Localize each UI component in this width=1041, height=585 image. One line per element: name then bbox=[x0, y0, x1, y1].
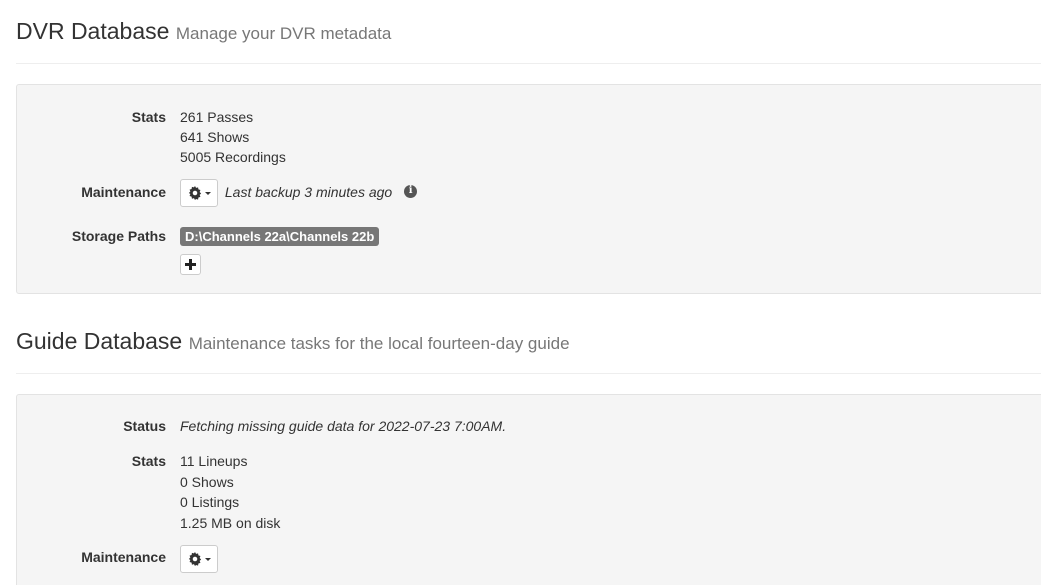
guide-database-header: Guide Database Maintenance tasks for the… bbox=[16, 328, 1041, 374]
gear-icon bbox=[188, 552, 201, 566]
dvr-maintenance-label: Maintenance bbox=[81, 184, 166, 200]
page: DVR Database Manage your DVR metadata St… bbox=[0, 0, 1041, 585]
dvr-database-title: DVR Database bbox=[16, 18, 170, 44]
guide-stat-shows: 0 Shows bbox=[180, 474, 234, 490]
dvr-stats-label: Stats bbox=[131, 109, 166, 125]
dvr-stat-recordings: 5005 Recordings bbox=[180, 149, 286, 165]
guide-maintenance-row: Maintenance bbox=[17, 545, 1041, 575]
guide-maintenance-label: Maintenance bbox=[81, 549, 166, 565]
dvr-maintenance-row: Maintenance Last backup 3 minutes ago i bbox=[17, 179, 1041, 210]
guide-stat-listings: 0 Listings bbox=[180, 494, 240, 510]
dvr-database-panel: Stats 261 Passes 641 Shows 5005 Recordin… bbox=[16, 84, 1041, 294]
dvr-storage-values: D:\Channels 22a\Channels 22b bbox=[180, 226, 380, 246]
info-circle-icon[interactable]: i bbox=[404, 184, 418, 198]
dvr-maintenance-dropdown-button[interactable] bbox=[180, 179, 218, 207]
guide-maintenance-controls bbox=[180, 545, 218, 573]
dvr-add-path-container bbox=[180, 254, 201, 275]
gear-icon bbox=[188, 186, 201, 200]
dvr-database-subtitle: Manage your DVR metadata bbox=[175, 24, 392, 43]
guide-stat-lineups: 11 Lineups bbox=[180, 453, 248, 469]
guide-stat-disk: 1.25 MB on disk bbox=[180, 515, 281, 531]
storage-path-badge[interactable]: D:\Channels 22a\Channels 22b bbox=[180, 227, 380, 246]
caret-down-icon bbox=[204, 191, 211, 195]
dvr-last-backup: Last backup 3 minutes ago bbox=[224, 183, 393, 200]
dvr-stat-passes: 261 Passes bbox=[180, 109, 254, 125]
guide-status-text: Fetching missing guide data for 2022-07-… bbox=[180, 418, 507, 434]
dvr-storage-label: Storage Paths bbox=[71, 228, 166, 244]
guide-database-subtitle: Maintenance tasks for the local fourteen… bbox=[188, 334, 570, 353]
guide-maintenance-dropdown-button[interactable] bbox=[180, 545, 218, 573]
dvr-stats-values: 261 Passes 641 Shows 5005 Recordings bbox=[180, 107, 286, 167]
guide-database-panel: Status Fetching missing guide data for 2… bbox=[16, 394, 1041, 585]
dvr-database-header: DVR Database Manage your DVR metadata bbox=[16, 18, 1041, 64]
add-storage-path-button[interactable] bbox=[180, 254, 201, 275]
guide-database-title: Guide Database bbox=[16, 328, 183, 354]
plus-icon bbox=[185, 259, 196, 270]
dvr-stat-shows: 641 Shows bbox=[180, 129, 250, 145]
guide-status-label: Status bbox=[123, 418, 166, 434]
dvr-maintenance-controls: Last backup 3 minutes ago i bbox=[180, 179, 418, 207]
guide-stats-label: Stats bbox=[131, 453, 166, 469]
caret-down-icon bbox=[204, 557, 211, 561]
guide-stats-values: 11 Lineups 0 Shows 0 Listings 1.25 MB on… bbox=[180, 451, 280, 533]
